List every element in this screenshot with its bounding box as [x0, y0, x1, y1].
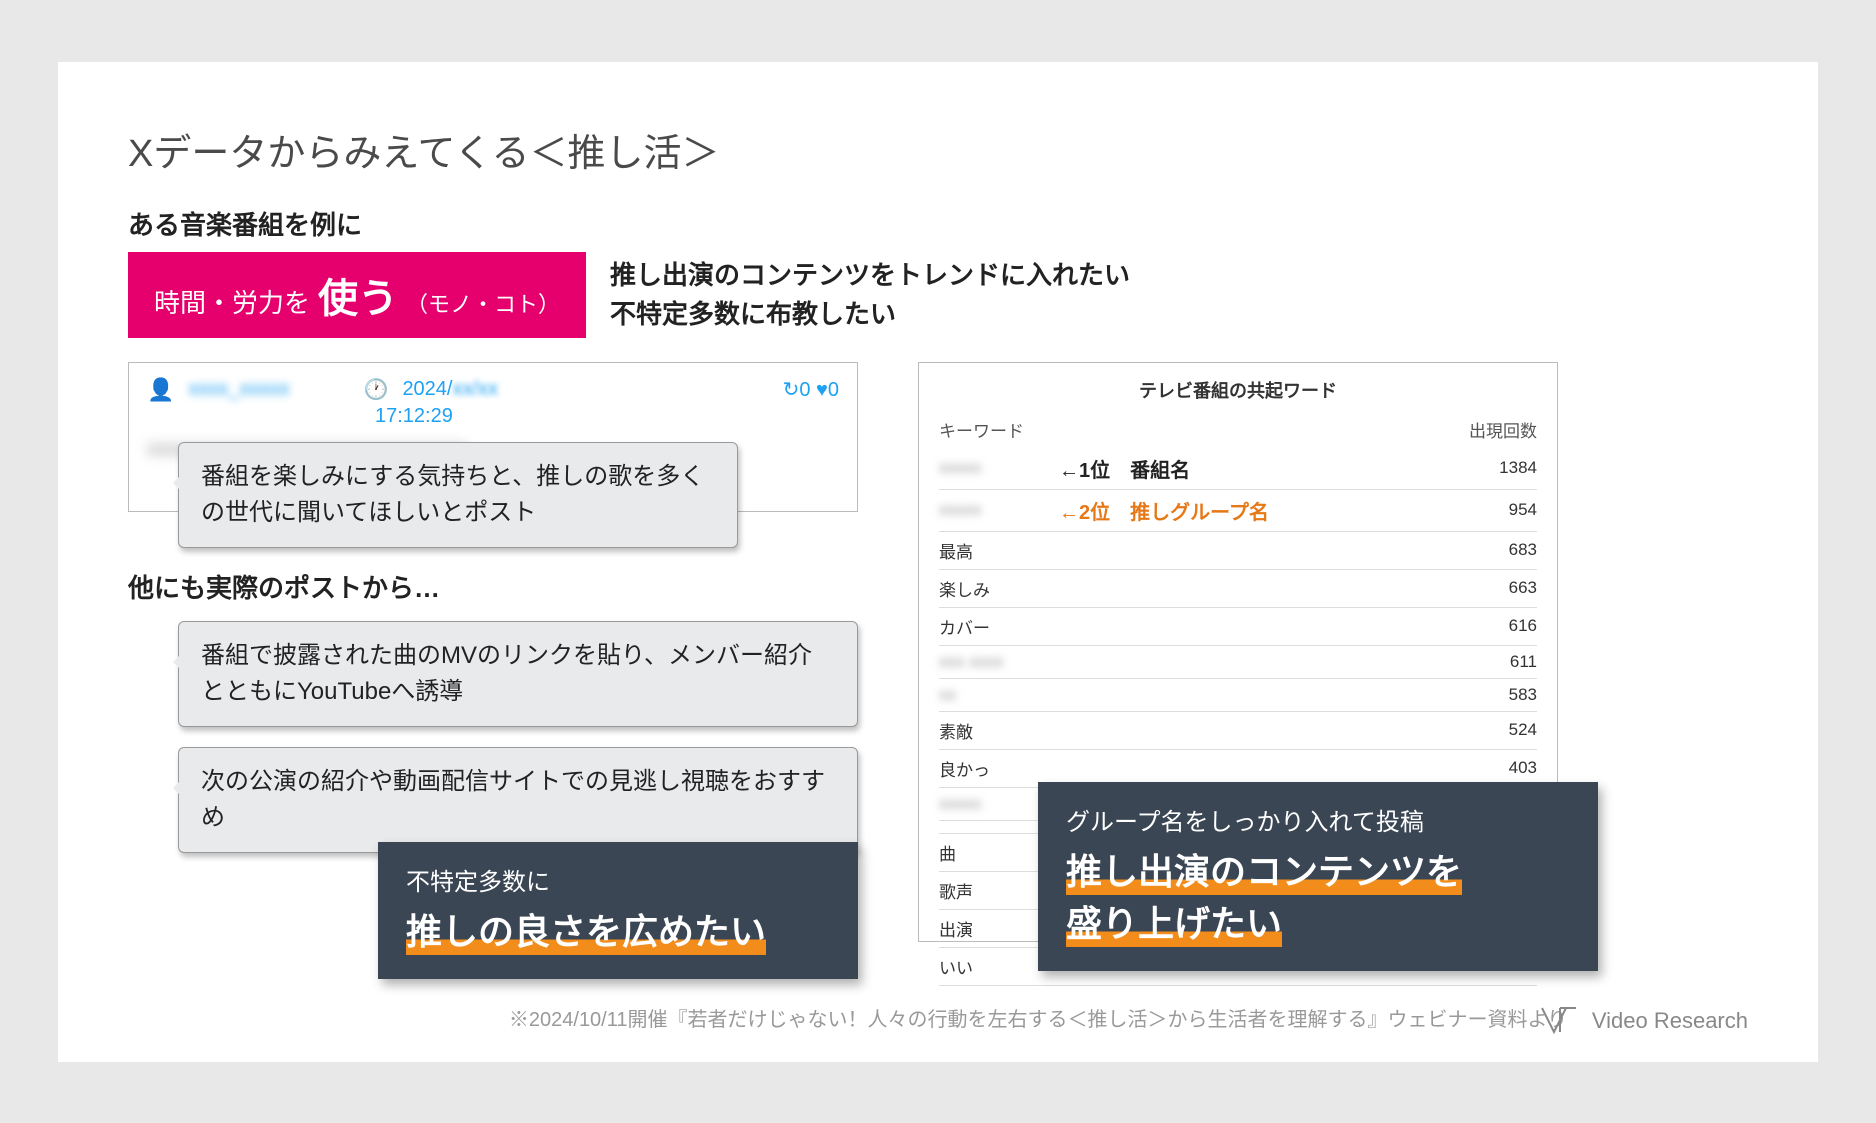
keyword-cell: カバー: [939, 614, 1039, 639]
keyword-cell: 良かっ: [939, 756, 1039, 781]
dark-right-big2: 盛り上げたい: [1066, 895, 1282, 947]
table-row: xxx xxxx 611: [939, 646, 1537, 679]
tweet-date: 2024/xx/xx: [402, 378, 498, 401]
logo-icon: [1540, 1006, 1580, 1036]
keyword-cell: xxxxx: [939, 458, 1039, 478]
speech-3: 次の公演の紹介や動画配信サイトでの見逃し視聴をおすすめ: [178, 747, 858, 853]
slide-title: Xデータからみえてくる＜推し活＞: [128, 122, 1748, 177]
tweet-time: 17:12:29: [375, 405, 839, 428]
table-row: xxxxx←2位 推しグループ名954: [939, 490, 1537, 532]
keyword-cell: xxxxx: [939, 794, 1039, 814]
keyword-cell: xx: [939, 685, 1039, 705]
avatar-icon: 👤: [147, 377, 174, 403]
table-row: カバー 616: [939, 608, 1537, 646]
annotation-cell: ←2位 推しグループ名: [1039, 496, 1477, 525]
count-cell: 683: [1477, 540, 1537, 560]
goal-line2: 不特定多数に布教したい: [610, 295, 1130, 334]
count-cell: 954: [1477, 500, 1537, 520]
right-column: テレビ番組の共起ワード キーワード 出現回数 xxxxx←1位 番組名1384x…: [918, 362, 1558, 942]
keyword-cell: 楽しみ: [939, 576, 1039, 601]
dark-left-small: 不特定多数に: [406, 862, 830, 897]
keyword-cell: xxx xxxx: [939, 652, 1039, 672]
date-prefix: 2024/: [402, 378, 452, 400]
keyword-cell: xxxxx: [939, 500, 1039, 520]
keyword-cell: 歌声: [939, 878, 1039, 903]
pink-box: 時間・労力を 使う （モノ・コト）: [128, 252, 586, 338]
tweet-username: xxxx_xxxxx: [188, 378, 289, 401]
tweet-header: 👤 xxxx_xxxxx 🕐 2024/xx/xx ↻0 ♥0: [147, 377, 839, 403]
annotation-cell: ←1位 番組名: [1039, 454, 1477, 483]
subtitle: ある音楽番組を例に: [128, 205, 1748, 242]
col-count: 出現回数: [1469, 417, 1537, 442]
table-row: xxxxx←1位 番組名1384: [939, 448, 1537, 490]
count-cell: 616: [1477, 616, 1537, 636]
pink-row: 時間・労力を 使う （モノ・コト） 推し出演のコンテンツをトレンドに入れたい 不…: [128, 252, 1748, 338]
count-cell: 583: [1477, 685, 1537, 705]
keyword-cell: 曲: [939, 840, 1039, 865]
dark-right-small: グループ名をしっかり入れて投稿: [1066, 802, 1570, 837]
dark-box-right: グループ名をしっかり入れて投稿 推し出演のコンテンツを 盛り上げたい: [1038, 782, 1598, 971]
col-keyword: キーワード: [939, 417, 1024, 442]
pink-verb: 使う: [318, 266, 398, 324]
table-head: キーワード 出現回数: [939, 417, 1537, 442]
keyword-cell: 素敵: [939, 718, 1039, 743]
slide: Xデータからみえてくる＜推し活＞ ある音楽番組を例に 時間・労力を 使う （モノ…: [58, 62, 1818, 1062]
date-blur: xx/xx: [453, 378, 499, 400]
dark-box-left: 不特定多数に 推しの良さを広めたい: [378, 842, 858, 979]
speech-1: 番組を楽しみにする気持ちと、推しの歌を多くの世代に聞いてほしいとポスト: [178, 442, 738, 548]
table-row: 最高 683: [939, 532, 1537, 570]
table-title: テレビ番組の共起ワード: [939, 377, 1537, 403]
dark-left-big: 推しの良さを広めたい: [406, 903, 766, 955]
goals-text: 推し出演のコンテンツをトレンドに入れたい 不特定多数に布教したい: [610, 256, 1130, 334]
pink-prefix: 時間・労力を: [154, 283, 310, 320]
left-column: 👤 xxxx_xxxxx 🕐 2024/xx/xx ↻0 ♥0 17:12:29…: [128, 362, 858, 942]
goal-line1: 推し出演のコンテンツをトレンドに入れたい: [610, 256, 1130, 295]
table-row: 素敵 524: [939, 712, 1537, 750]
count-cell: 524: [1477, 720, 1537, 740]
count-cell: 663: [1477, 578, 1537, 598]
content-row: 👤 xxxx_xxxxx 🕐 2024/xx/xx ↻0 ♥0 17:12:29…: [128, 362, 1748, 942]
keyword-cell: 最高: [939, 538, 1039, 563]
dark-right-big1: 推し出演のコンテンツを: [1066, 843, 1462, 895]
pink-paren: （モノ・コト）: [406, 287, 560, 319]
table-row: 楽しみ 663: [939, 570, 1537, 608]
logo-text: Video Research: [1592, 1008, 1748, 1034]
clock-icon: 🕐: [364, 377, 389, 402]
speech-2: 番組で披露された曲のMVのリンクを貼り、メンバー紹介とともにYouTubeへ誘導: [178, 621, 858, 727]
table-row: xx 583: [939, 679, 1537, 712]
count-cell: 1384: [1477, 458, 1537, 478]
tweet-engagement: ↻0 ♥0: [783, 377, 839, 402]
count-cell: 403: [1477, 758, 1537, 778]
logo: Video Research: [1540, 1006, 1748, 1036]
subtitle2: 他にも実際のポストから…: [128, 568, 858, 605]
count-cell: 611: [1477, 652, 1537, 672]
keyword-cell: 出演: [939, 916, 1039, 941]
keyword-cell: いい: [939, 954, 1039, 979]
